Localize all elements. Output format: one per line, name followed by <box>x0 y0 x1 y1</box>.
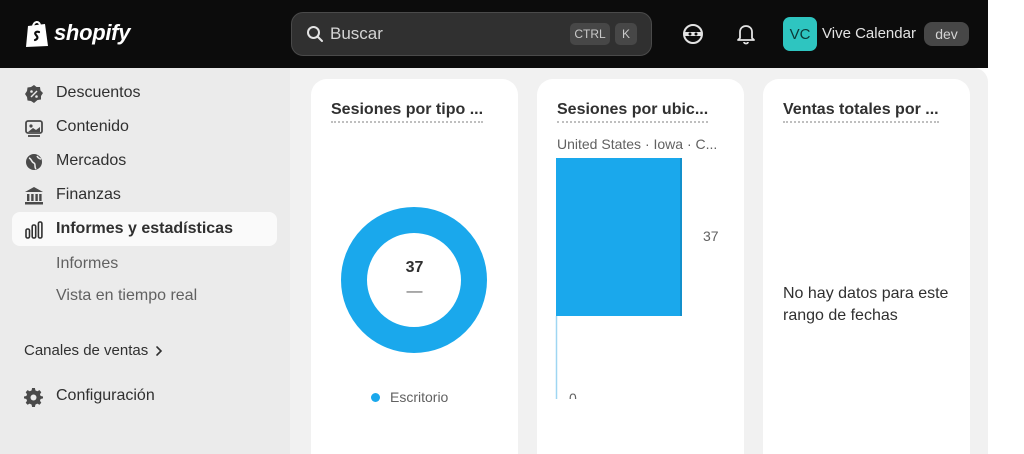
donut-slice <box>341 207 487 353</box>
card-sessions-by-location: Sesiones por ubic... United States · Iow… <box>537 79 744 454</box>
sidebar-subitem-tiempo-real[interactable]: Vista en tiempo real <box>56 287 197 305</box>
sidebar-item-label: Informes y estadísticas <box>56 220 233 237</box>
shortcut-ctrl-key: CTRL <box>570 23 610 45</box>
logo-text: shopify <box>54 20 131 45</box>
bar-chart: 37 0 <box>555 158 719 399</box>
sidebar-item-descuentos[interactable]: Descuentos <box>12 76 277 110</box>
bar-0[interactable] <box>556 158 682 316</box>
sidebar-item-label: Mercados <box>56 152 127 169</box>
sidebar-item-contenido[interactable]: Contenido <box>12 110 277 144</box>
sidebar-item-informes-estadisticas[interactable]: Informes y estadísticas <box>12 212 277 246</box>
sidebar-item-label: Contenido <box>56 118 129 135</box>
chart-legend: Escritorio <box>371 389 448 405</box>
donut-center-value: 37 <box>405 259 424 276</box>
content-icon <box>25 120 43 137</box>
legend-label: Escritorio <box>390 389 449 405</box>
sidebar-subitem-informes[interactable]: Informes <box>56 255 118 273</box>
card-title[interactable]: Ventas totales por ... <box>783 101 939 123</box>
sales-channels-link[interactable]: Canales de ventas <box>24 342 164 359</box>
chevron-right-icon <box>156 345 163 356</box>
store-name[interactable]: Vive Calendar <box>822 25 916 42</box>
legend-dot <box>371 392 380 402</box>
tick-label: 0 <box>569 390 577 399</box>
analytics-icon <box>25 221 43 239</box>
dev-badge: dev <box>924 22 969 46</box>
sidebar: Descuentos Contenido Mercados Finanzas I… <box>0 68 290 454</box>
search-icon <box>307 26 323 42</box>
card-total-sales: Ventas totales por ... No hay datos para… <box>763 79 970 454</box>
tick-label: 37 <box>703 228 719 244</box>
mask-icon[interactable] <box>679 20 707 48</box>
sidebar-item-label: Configuración <box>56 387 155 404</box>
sidebar-item-label: Descuentos <box>56 84 141 101</box>
search-bar[interactable]: CTRL K <box>291 12 652 56</box>
bar-edge-0 <box>680 158 682 316</box>
bell-icon[interactable] <box>732 20 760 48</box>
sidebar-item-mercados[interactable]: Mercados <box>12 144 277 178</box>
sidebar-item-label: Finanzas <box>56 186 121 203</box>
top-bar: shopify CTRL K VC Vive Calendar dev <box>0 0 988 68</box>
donut-center-sub: — <box>406 283 423 300</box>
empty-state-message: No hay datos para este rango de fechas <box>783 285 949 324</box>
search-input[interactable] <box>330 23 550 45</box>
card-title[interactable]: Sesiones por tipo ... <box>331 101 484 123</box>
card-sessions-by-device: Sesiones por tipo ... 37 — Escritorio <box>311 79 518 454</box>
bank-icon <box>25 187 43 205</box>
sidebar-item-finanzas[interactable]: Finanzas <box>12 178 277 212</box>
sidebar-item-configuracion[interactable]: Configuración <box>12 379 277 413</box>
shopify-bag-icon <box>26 21 48 47</box>
discount-icon <box>25 85 43 103</box>
shortcut-k-key: K <box>615 23 637 45</box>
admin-shell: Descuentos Contenido Mercados Finanzas I… <box>0 68 988 454</box>
shopify-logo[interactable]: shopify <box>24 18 130 48</box>
store-avatar[interactable]: VC <box>783 17 817 51</box>
globe-icon <box>26 154 42 170</box>
gear-icon <box>24 387 43 407</box>
sales-channels-label: Canales de ventas <box>24 342 149 359</box>
